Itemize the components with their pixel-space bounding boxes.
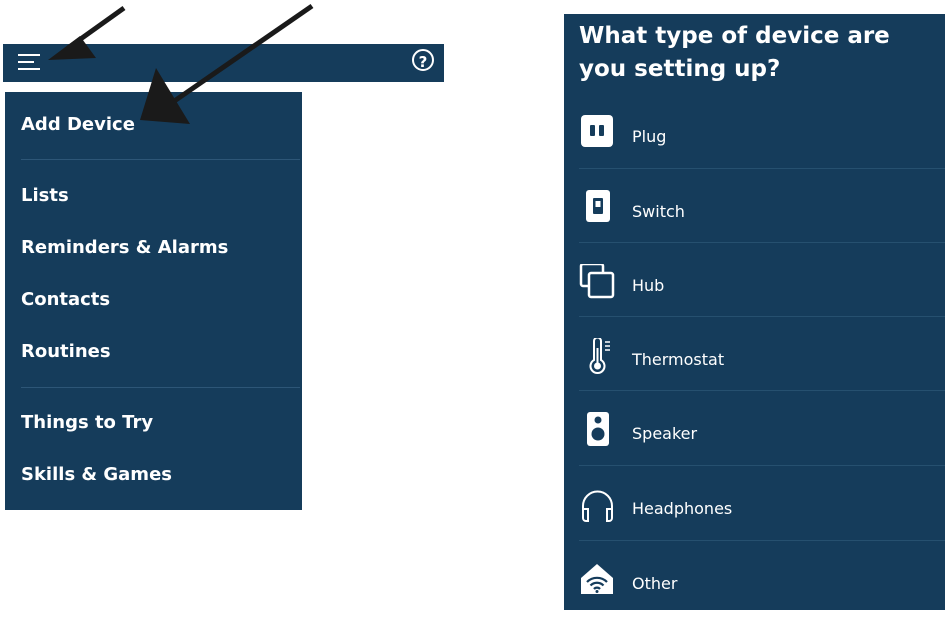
device-label: Headphones [632, 499, 733, 518]
menu-item-things-to-try[interactable]: Things to Try [21, 412, 153, 433]
list-divider [579, 242, 945, 243]
device-type-title: What type of device are you setting up? [579, 23, 890, 82]
device-option-hub[interactable]: Hub [564, 262, 945, 338]
hub-icon [578, 262, 618, 304]
device-option-switch[interactable]: Switch [564, 190, 945, 264]
help-icon[interactable]: ? [412, 49, 434, 71]
menu-item-add-device[interactable]: Add Device [21, 114, 135, 135]
hamburger-icon[interactable] [18, 50, 44, 74]
device-label: Other [632, 574, 678, 593]
device-label: Hub [632, 276, 665, 295]
list-divider [579, 168, 945, 169]
list-divider [579, 390, 945, 391]
menu-item-lists[interactable]: Lists [21, 185, 69, 206]
menu-item-skills-games[interactable]: Skills & Games [21, 464, 172, 485]
list-divider [579, 465, 945, 466]
list-divider [579, 316, 945, 317]
plug-icon [578, 115, 618, 155]
menu-divider [21, 387, 300, 388]
device-label: Thermostat [632, 350, 725, 369]
device-option-speaker[interactable]: Speaker [564, 412, 945, 486]
headphones-icon [578, 487, 618, 527]
app-header-bar: ? [3, 44, 444, 82]
navigation-menu: Add Device Lists Reminders & Alarms Cont… [5, 92, 302, 510]
list-divider [579, 540, 945, 541]
device-option-other[interactable]: Other [564, 562, 945, 636]
menu-item-contacts[interactable]: Contacts [21, 289, 110, 310]
menu-divider [21, 159, 300, 160]
thermostat-icon [578, 336, 618, 378]
wifi-icon [578, 562, 618, 602]
menu-item-reminders-alarms[interactable]: Reminders & Alarms [21, 237, 228, 258]
menu-item-routines[interactable]: Routines [21, 341, 111, 362]
device-option-headphones[interactable]: Headphones [564, 487, 945, 561]
device-option-plug[interactable]: Plug [564, 115, 945, 189]
device-label: Speaker [632, 424, 698, 443]
device-type-panel: What type of device are you setting up? … [564, 14, 945, 610]
device-label: Switch [632, 202, 685, 221]
speaker-icon [578, 412, 618, 452]
device-option-thermostat[interactable]: Thermostat [564, 336, 945, 412]
switch-icon [578, 190, 618, 230]
device-label: Plug [632, 127, 667, 146]
